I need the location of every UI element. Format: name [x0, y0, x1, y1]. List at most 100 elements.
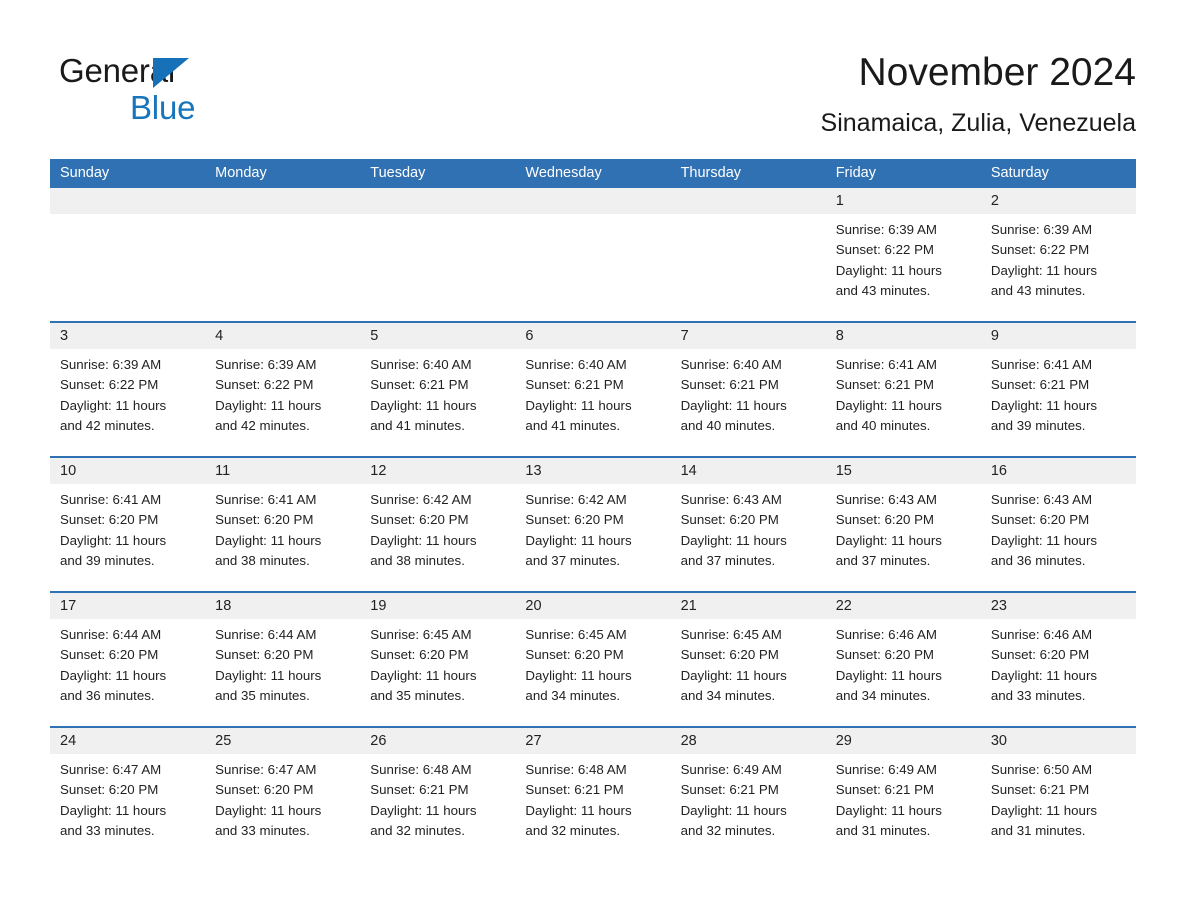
sunrise-text: Sunrise: 6:42 AM	[370, 492, 472, 507]
day-details: Sunrise: 6:40 AM Sunset: 6:21 PM Daylight:…	[360, 349, 515, 436]
calendar-day-cell-empty	[360, 188, 516, 321]
generalblue-logo[interactable]: General Blue	[59, 54, 359, 124]
sunset-text: Sunset: 6:20 PM	[835, 647, 935, 663]
sunrise-text: Sunrise: 6:39 AM	[215, 357, 317, 372]
calendar-day-cell[interactable]: 29 Sunrise: 6:49 AM Sunset: 6:21 PM Dayligh…	[825, 728, 981, 861]
daylight-text-line2: and 39 minutes.	[990, 417, 1086, 433]
calendar-day-cell[interactable]: 9 Sunrise: 6:41 AM Sunset: 6:21 PM Daylight…	[980, 323, 1136, 456]
sunset-text: Sunset: 6:20 PM	[680, 647, 779, 663]
calendar-day-cell[interactable]: 3 Sunrise: 6:39 AM Sunset: 6:22 PM Daylight…	[50, 323, 206, 456]
calendar-day-cell[interactable]: 24 Sunrise: 6:47 AM Sunset: 6:20 PM Dayligh…	[50, 728, 206, 861]
calendar-day-cell[interactable]: 16 Sunrise: 6:43 AM Sunset: 6:20 PM Dayligh…	[980, 458, 1136, 591]
calendar-day-cell[interactable]: 19 Sunrise: 6:45 AM Sunset: 6:20 PM Dayligh…	[360, 593, 516, 726]
daylight-text-line1: Daylight: 11 hours	[835, 667, 942, 683]
day-number: 6	[525, 328, 534, 344]
day-number-band: 30	[980, 728, 1136, 754]
day-number-band: 27	[515, 728, 671, 754]
day-details: Sunrise: 6:50 AM Sunset: 6:21 PM Daylight:…	[981, 754, 1136, 841]
day-number-band: 17	[50, 593, 206, 619]
calendar-page: General Blue November 2024 Sinamaica, Zu…	[0, 0, 1188, 918]
calendar-day-cell[interactable]: 20 Sunrise: 6:45 AM Sunset: 6:20 PM Dayligh…	[515, 593, 671, 726]
calendar-day-cell-empty	[50, 188, 206, 321]
calendar-day-cell[interactable]: 8 Sunrise: 6:41 AM Sunset: 6:21 PM Daylight…	[825, 323, 981, 456]
day-number: 21	[680, 598, 697, 614]
daylight-text-line1: Daylight: 11 hours	[835, 262, 942, 278]
calendar-day-cell[interactable]: 7 Sunrise: 6:40 AM Sunset: 6:21 PM Daylight…	[670, 323, 826, 456]
day-number-band: 13	[515, 458, 671, 484]
sunrise-text: Sunrise: 6:41 AM	[60, 492, 162, 507]
calendar-day-cell[interactable]: 21 Sunrise: 6:45 AM Sunset: 6:20 PM Dayligh…	[670, 593, 826, 726]
calendar-day-cell[interactable]: 13 Sunrise: 6:42 AM Sunset: 6:20 PM Dayligh…	[515, 458, 671, 591]
day-number: 23	[990, 598, 1007, 614]
calendar-day-cell[interactable]: 6 Sunrise: 6:40 AM Sunset: 6:21 PM Daylight…	[515, 323, 671, 456]
day-number-band: 28	[670, 728, 826, 754]
sunset-text: Sunset: 6:22 PM	[215, 377, 314, 393]
day-number: 13	[525, 463, 542, 479]
daylight-text-line1: Daylight: 11 hours	[835, 397, 942, 413]
day-number: 20	[525, 598, 542, 614]
daylight-text-line1: Daylight: 11 hours	[60, 397, 167, 413]
calendar-day-cell[interactable]: 22 Sunrise: 6:46 AM Sunset: 6:20 PM Dayligh…	[825, 593, 981, 726]
calendar-day-cell[interactable]: 25 Sunrise: 6:47 AM Sunset: 6:20 PM Dayligh…	[205, 728, 361, 861]
calendar-day-cell[interactable]: 14 Sunrise: 6:43 AM Sunset: 6:20 PM Dayligh…	[670, 458, 826, 591]
calendar-day-cell[interactable]: 1 Sunrise: 6:39 AM Sunset: 6:22 PM Daylight…	[825, 188, 981, 321]
day-number-band	[205, 188, 361, 214]
calendar-day-cell[interactable]: 2 Sunrise: 6:39 AM Sunset: 6:22 PM Daylight…	[980, 188, 1136, 321]
day-details: Sunrise: 6:42 AM Sunset: 6:20 PM Daylight:…	[360, 484, 515, 571]
day-number: 27	[525, 733, 542, 749]
calendar-day-cell[interactable]: 26 Sunrise: 6:48 AM Sunset: 6:21 PM Dayligh…	[360, 728, 516, 861]
calendar-day-cell[interactable]: 18 Sunrise: 6:44 AM Sunset: 6:20 PM Dayligh…	[205, 593, 361, 726]
day-details: Sunrise: 6:47 AM Sunset: 6:20 PM Daylight:…	[50, 754, 205, 841]
calendar-day-cell[interactable]: 4 Sunrise: 6:39 AM Sunset: 6:22 PM Daylight…	[205, 323, 361, 456]
sunrise-text: Sunrise: 6:48 AM	[525, 762, 627, 777]
day-number-band: 24	[50, 728, 206, 754]
daylight-text-line2: and 41 minutes.	[370, 417, 465, 433]
day-number-band: 15	[825, 458, 981, 484]
sunrise-text: Sunrise: 6:39 AM	[990, 222, 1093, 237]
weekday-header-row: Sunday Monday Tuesday Wednesday Thursday Frid…	[50, 159, 1136, 188]
daylight-text-line2: and 32 minutes.	[370, 822, 465, 838]
day-details: Sunrise: 6:40 AM Sunset: 6:21 PM Daylight:…	[671, 349, 826, 436]
daylight-text-line1: Daylight: 11 hours	[370, 667, 477, 683]
sunset-text: Sunset: 6:21 PM	[990, 782, 1090, 798]
sunrise-text: Sunrise: 6:46 AM	[835, 627, 937, 642]
sunset-text: Sunset: 6:20 PM	[215, 647, 314, 663]
daylight-text-line1: Daylight: 11 hours	[215, 667, 322, 683]
day-number: 7	[680, 328, 689, 344]
page-header: General Blue November 2024 Sinamaica, Zu…	[0, 0, 1188, 155]
daylight-text-line2: and 32 minutes.	[525, 822, 621, 838]
sunset-text: Sunset: 6:20 PM	[60, 512, 159, 528]
day-number: 28	[680, 733, 697, 749]
calendar-day-cell[interactable]: 28 Sunrise: 6:49 AM Sunset: 6:21 PM Dayligh…	[670, 728, 826, 861]
sunrise-text: Sunrise: 6:42 AM	[525, 492, 627, 507]
daylight-text-line2: and 43 minutes.	[990, 282, 1086, 298]
day-number-band: 19	[360, 593, 516, 619]
calendar-day-cell[interactable]: 30 Sunrise: 6:50 AM Sunset: 6:21 PM Dayligh…	[980, 728, 1136, 861]
calendar-day-cell[interactable]: 23 Sunrise: 6:46 AM Sunset: 6:20 PM Dayligh…	[980, 593, 1136, 726]
day-details: Sunrise: 6:41 AM Sunset: 6:21 PM Daylight:…	[981, 349, 1136, 436]
sunset-text: Sunset: 6:20 PM	[525, 647, 624, 663]
calendar-day-cell[interactable]: 5 Sunrise: 6:40 AM Sunset: 6:21 PM Daylight…	[360, 323, 516, 456]
calendar-day-cell[interactable]: 10 Sunrise: 6:41 AM Sunset: 6:20 PM Dayligh…	[50, 458, 206, 591]
calendar-day-cell[interactable]: 12 Sunrise: 6:42 AM Sunset: 6:20 PM Dayligh…	[360, 458, 516, 591]
sunset-text: Sunset: 6:21 PM	[525, 377, 624, 393]
sunrise-text: Sunrise: 6:45 AM	[370, 627, 472, 642]
daylight-text-line1: Daylight: 11 hours	[525, 397, 632, 413]
location-subtitle: Sinamaica, Zulia, Venezuela	[820, 108, 1136, 137]
daylight-text-line1: Daylight: 11 hours	[990, 262, 1098, 278]
calendar-day-cell[interactable]: 17 Sunrise: 6:44 AM Sunset: 6:20 PM Dayligh…	[50, 593, 206, 726]
title-block: November 2024 Sinamaica, Zulia, Venezuel…	[820, 51, 1136, 138]
day-number: 2	[990, 193, 999, 209]
sunrise-text: Sunrise: 6:47 AM	[215, 762, 317, 777]
calendar-day-cell[interactable]: 15 Sunrise: 6:43 AM Sunset: 6:20 PM Dayligh…	[825, 458, 981, 591]
daylight-text-line1: Daylight: 11 hours	[525, 532, 632, 548]
day-number: 10	[60, 463, 77, 479]
day-number: 1	[835, 193, 844, 209]
calendar-week-row: 17 Sunrise: 6:44 AM Sunset: 6:20 PM Dayligh…	[50, 591, 1136, 726]
daylight-text-line2: and 31 minutes.	[835, 822, 931, 838]
calendar-day-cell[interactable]: 27 Sunrise: 6:48 AM Sunset: 6:21 PM Dayligh…	[515, 728, 671, 861]
weekday-header-sunday: Sunday	[60, 165, 110, 181]
calendar-day-cell[interactable]: 11 Sunrise: 6:41 AM Sunset: 6:20 PM Dayligh…	[205, 458, 361, 591]
day-details: Sunrise: 6:45 AM Sunset: 6:20 PM Daylight:…	[360, 619, 515, 706]
sunset-text: Sunset: 6:21 PM	[525, 782, 624, 798]
